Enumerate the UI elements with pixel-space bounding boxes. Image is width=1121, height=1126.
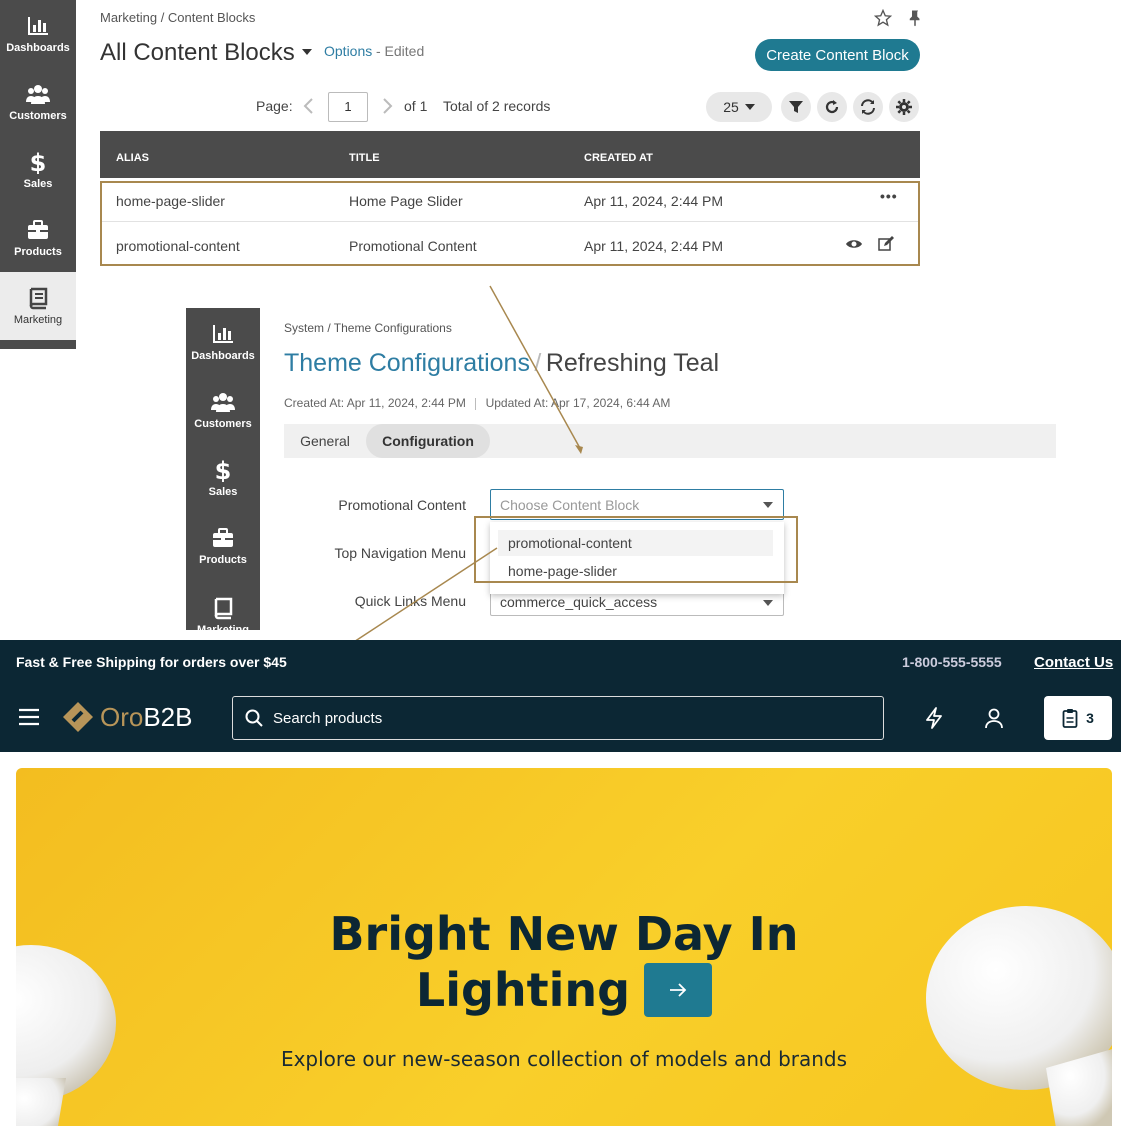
- connector-arrows: [331, 285, 583, 657]
- contact-us-link[interactable]: Contact Us: [1034, 654, 1113, 671]
- hero-banner: Bright New Day In Lighting Explore our n…: [16, 768, 1112, 1126]
- search-placeholder: Search products: [273, 709, 383, 727]
- search-icon: [245, 709, 263, 727]
- logo-text-oro: Oro: [100, 701, 144, 732]
- hero-subtitle: Explore our new-season collection of mod…: [280, 1047, 848, 1071]
- hamburger-menu-icon[interactable]: [18, 708, 40, 731]
- clipboard-icon: [1062, 709, 1078, 728]
- shipping-promo: Fast & Free Shipping for orders over $45: [16, 654, 287, 670]
- hero-title-line1: Bright New Day In: [329, 907, 799, 961]
- user-account-icon[interactable]: [984, 707, 1004, 734]
- logo-mark-icon: [63, 702, 93, 732]
- shopping-list-count: 3: [1086, 710, 1094, 726]
- hero-cta-button[interactable]: [644, 963, 713, 1017]
- arrow-right-icon: [670, 983, 687, 997]
- search-input[interactable]: Search products: [232, 696, 884, 740]
- logo[interactable]: Oro B2B: [62, 701, 193, 733]
- hero-title-line2: Lighting: [415, 963, 631, 1017]
- logo-text-b2b: B2B: [143, 701, 193, 732]
- hero-title-line2-row: Lighting: [16, 962, 1112, 1018]
- phone-number[interactable]: 1-800-555-5555: [902, 654, 1002, 670]
- shopping-list-button[interactable]: 3: [1044, 696, 1112, 740]
- quick-order-icon[interactable]: [924, 707, 944, 734]
